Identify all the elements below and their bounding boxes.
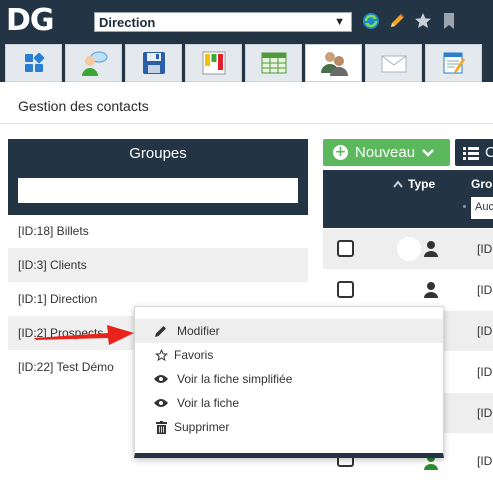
row-checkbox[interactable] [337,281,354,298]
table-grid-icon [261,52,286,74]
tab-modules[interactable] [5,44,62,82]
tab-notes[interactable] [425,44,482,82]
plus-icon: + [333,144,348,160]
refresh-icon[interactable] [360,10,382,32]
logo-text: DG [6,3,55,38]
type-column-label: Type [408,177,436,191]
page-title: Gestion des contacts [18,98,149,114]
table-row[interactable]: [ID [323,229,493,269]
trash-icon [153,419,169,435]
tab-table[interactable] [245,44,302,82]
menu-item-favoris[interactable]: Favoris [135,343,443,367]
filter-dot [463,205,466,208]
group-item-label: [ID:22] Test Démo [18,360,114,374]
pencil-icon [153,323,169,339]
module-toolbar [0,42,493,82]
group-item-clients[interactable]: [ID:3] Clients [8,248,308,282]
star-outline-icon [153,347,169,363]
header-actions [360,10,460,32]
menu-item-label: Supprimer [174,420,230,434]
list-icon [463,146,479,160]
columns-button-label: C [485,144,493,161]
menu-item-label: Voir la fiche [177,396,240,410]
chevron-down-icon [422,148,434,157]
eye-icon [153,395,169,411]
row-group-id: [ID [477,406,493,420]
menu-item-modifier[interactable]: Modifier [135,319,443,343]
group-column-header[interactable]: Gro [471,177,492,191]
avatar [397,237,421,261]
row-group-id: [ID [477,454,493,468]
row-group-id: [ID [477,324,493,338]
menu-item-voir-fiche-simplifiee[interactable]: Voir la fiche simplifiée [135,367,443,391]
notepad-icon [443,52,465,74]
group-item-label: [ID:3] Clients [18,258,87,272]
person-icon [424,282,438,298]
tab-save[interactable] [125,44,182,82]
columns-button[interactable]: C [455,139,493,166]
menu-item-supprimer[interactable]: Supprimer [135,415,443,439]
envelope-icon [381,55,406,73]
new-contact-button[interactable]: + Nouveau [323,139,450,166]
type-column-header[interactable]: Type [393,177,435,191]
new-contact-label: Nouveau [355,144,416,161]
menu-item-label: Modifier [177,324,220,338]
eye-icon [153,371,169,387]
floppy-disk-icon [142,52,165,74]
star-icon[interactable] [412,10,434,32]
pencil-icon[interactable] [386,10,408,32]
top-bar: DG Direction ▼ [0,0,493,42]
group-filter-select[interactable]: Auc [471,197,493,219]
menu-item-label: Favoris [174,348,214,362]
groups-panel-header: Groupes [8,139,308,215]
sort-up-icon [393,180,403,188]
dropdown-arrow-icon: ▼ [334,16,345,28]
menu-item-voir-fiche[interactable]: Voir la fiche [135,391,443,415]
modules-icon [24,52,44,72]
app-logo[interactable]: DG [6,3,55,38]
groups-title: Groupes [129,145,187,162]
title-divider [0,123,493,124]
row-group-id: [ID [477,242,493,256]
group-select[interactable]: Direction ▼ [94,12,352,32]
context-menu: Modifier Favoris Voir la fiche simplifié… [134,306,444,458]
contacts-page: DG Direction ▼ Gestion des contacts Grou… [0,0,493,480]
tab-mail[interactable] [365,44,422,82]
row-group-id: [ID [477,283,493,297]
bookmark-icon[interactable] [438,10,460,32]
tab-kanban[interactable] [185,44,242,82]
group-select-value: Direction [99,14,156,30]
kanban-board-icon [202,51,225,75]
menu-item-label: Voir la fiche simplifiée [177,372,293,386]
tab-user-chat[interactable] [65,44,122,82]
person-icon [424,241,438,257]
row-group-id: [ID [477,365,493,379]
group-item-billets[interactable]: [ID:18] Billets [8,214,308,248]
table-row[interactable]: [ID [323,270,493,310]
contacts-icon [320,52,348,76]
user-chat-icon [81,51,107,76]
group-item-label: [ID:1] Direction [18,292,98,306]
row-checkbox[interactable] [337,240,354,257]
contacts-table-header: Type Gro Auc [323,170,493,228]
red-arrow-annotation [34,325,134,345]
group-item-label: [ID:18] Billets [18,224,89,238]
tab-contacts[interactable] [305,44,362,82]
groups-search-input[interactable] [18,178,298,203]
